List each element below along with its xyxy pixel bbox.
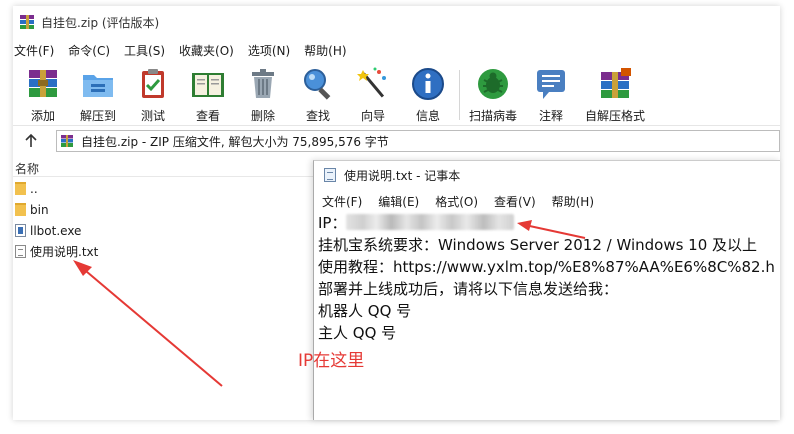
notepad-title: 使用说明.txt - 记事本 bbox=[344, 168, 461, 183]
delete-button[interactable]: 删除 bbox=[236, 66, 290, 123]
system-requirements-line: 挂机宝系统要求：Windows Server 2012 / Windows 10… bbox=[318, 236, 758, 254]
notepad-menu-bar: 文件(F) 编辑(E) 格式(O) 查看(V) 帮助(H) bbox=[314, 190, 602, 212]
title-bar[interactable]: 自挂包.zip (评估版本) bbox=[13, 6, 780, 38]
folder-icon bbox=[15, 182, 26, 195]
bot-qq-line: 机器人 QQ 号 bbox=[318, 302, 412, 320]
text-file-icon bbox=[15, 245, 26, 258]
np-menu-view[interactable]: 查看(V) bbox=[494, 193, 536, 210]
test-button[interactable]: 测试 bbox=[126, 66, 180, 123]
ip-label: IP： bbox=[318, 214, 347, 232]
folder-icon bbox=[15, 203, 26, 216]
test-label: 测试 bbox=[140, 109, 165, 123]
toolbar: 添加 解压到 测试 查看 删除 查找 向导 信息 扫描病毒 注释 自解压格式 bbox=[13, 62, 780, 126]
file-row-bin[interactable]: bin bbox=[13, 199, 313, 220]
find-button[interactable]: 查找 bbox=[291, 66, 345, 123]
annotation-label: IP在这里 bbox=[298, 351, 365, 371]
sfx-label: 自解压格式 bbox=[584, 109, 645, 123]
owner-qq-line: 主人 QQ 号 bbox=[318, 324, 397, 342]
menu-bar: 文件(F) 命令(C) 工具(S) 收藏夹(O) 选项(N) 帮助(H) bbox=[13, 40, 360, 60]
file-name: 使用说明.txt bbox=[30, 245, 99, 259]
comment-icon bbox=[533, 66, 569, 102]
np-menu-edit[interactable]: 编辑(E) bbox=[378, 193, 419, 210]
archive-path-field[interactable]: 自挂包.zip - ZIP 压缩文件, 解包大小为 75,895,576 字节 bbox=[56, 130, 780, 152]
window-title: 自挂包.zip (评估版本) bbox=[41, 15, 160, 30]
comment-label: 注释 bbox=[538, 109, 563, 123]
file-list: .. bin llbot.exe 使用说明.txt bbox=[13, 178, 313, 262]
info-label: 信息 bbox=[415, 109, 440, 123]
view-book-icon bbox=[190, 66, 226, 102]
menu-favorites[interactable]: 收藏夹(O) bbox=[179, 42, 234, 59]
wizard-wand-icon bbox=[355, 66, 391, 102]
up-arrow-icon[interactable] bbox=[23, 133, 39, 149]
np-menu-help[interactable]: 帮助(H) bbox=[552, 193, 594, 210]
file-row-readme-txt[interactable]: 使用说明.txt bbox=[13, 241, 313, 262]
delete-label: 删除 bbox=[250, 109, 275, 123]
file-name: .. bbox=[30, 181, 38, 196]
archive-info-text: 自挂包.zip - ZIP 压缩文件, 解包大小为 75,895,576 字节 bbox=[81, 134, 389, 149]
menu-help[interactable]: 帮助(H) bbox=[304, 42, 346, 59]
add-label: 添加 bbox=[30, 109, 55, 123]
sfx-button[interactable]: 自解压格式 bbox=[584, 66, 646, 123]
blurred-ip-value bbox=[346, 214, 515, 230]
virus-scan-button[interactable]: 扫描病毒 bbox=[466, 66, 520, 123]
column-name[interactable]: 名称 bbox=[15, 160, 39, 177]
extract-to-icon bbox=[80, 66, 116, 102]
file-name: bin bbox=[30, 202, 49, 217]
comment-button[interactable]: 注释 bbox=[524, 66, 578, 123]
file-row-parent[interactable]: .. bbox=[13, 178, 313, 199]
address-bar: 自挂包.zip - ZIP 压缩文件, 解包大小为 75,895,576 字节 bbox=[13, 128, 780, 154]
menu-options[interactable]: 选项(N) bbox=[248, 42, 290, 59]
instructions-line: 部署并上线成功后，请将以下信息发送给我： bbox=[318, 280, 619, 298]
np-menu-file[interactable]: 文件(F) bbox=[322, 193, 362, 210]
wizard-button[interactable]: 向导 bbox=[346, 66, 400, 123]
tutorial-url-line: 使用教程：https://www.yxlm.top/%E8%87%AA%E6%8… bbox=[318, 258, 775, 276]
sfx-archive-icon bbox=[597, 66, 633, 102]
find-label: 查找 bbox=[305, 109, 330, 123]
notepad-title-bar[interactable]: 使用说明.txt - 记事本 bbox=[314, 161, 780, 189]
add-archive-icon bbox=[25, 66, 61, 102]
info-button[interactable]: 信息 bbox=[401, 66, 455, 123]
virus-scan-label: 扫描病毒 bbox=[468, 109, 517, 123]
notepad-icon bbox=[324, 168, 336, 182]
test-icon bbox=[135, 66, 171, 102]
winrar-app-icon bbox=[20, 15, 34, 29]
menu-file[interactable]: 文件(F) bbox=[14, 42, 54, 59]
np-menu-format[interactable]: 格式(O) bbox=[435, 193, 478, 210]
trash-icon bbox=[245, 66, 281, 102]
file-row-llbot-exe[interactable]: llbot.exe bbox=[13, 220, 313, 241]
extract-to-label: 解压到 bbox=[79, 109, 116, 123]
view-label: 查看 bbox=[195, 109, 220, 123]
info-icon bbox=[410, 66, 446, 102]
magnifier-icon bbox=[300, 66, 336, 102]
extract-to-button[interactable]: 解压到 bbox=[71, 66, 125, 123]
file-name: llbot.exe bbox=[30, 223, 82, 238]
ip-line: IP： bbox=[318, 212, 780, 234]
notepad-window: 使用说明.txt - 记事本 文件(F) 编辑(E) 格式(O) 查看(V) 帮… bbox=[313, 160, 780, 420]
exe-file-icon bbox=[15, 224, 26, 237]
add-button[interactable]: 添加 bbox=[16, 66, 70, 123]
wizard-label: 向导 bbox=[360, 109, 385, 123]
menu-tools[interactable]: 工具(S) bbox=[124, 42, 165, 59]
virus-scan-icon bbox=[475, 66, 511, 102]
view-button[interactable]: 查看 bbox=[181, 66, 235, 123]
toolbar-separator bbox=[459, 70, 460, 120]
zip-file-icon bbox=[61, 135, 73, 147]
notepad-text-area[interactable]: IP： 挂机宝系统要求：Windows Server 2012 / Window… bbox=[318, 212, 780, 344]
menu-commands[interactable]: 命令(C) bbox=[68, 42, 110, 59]
